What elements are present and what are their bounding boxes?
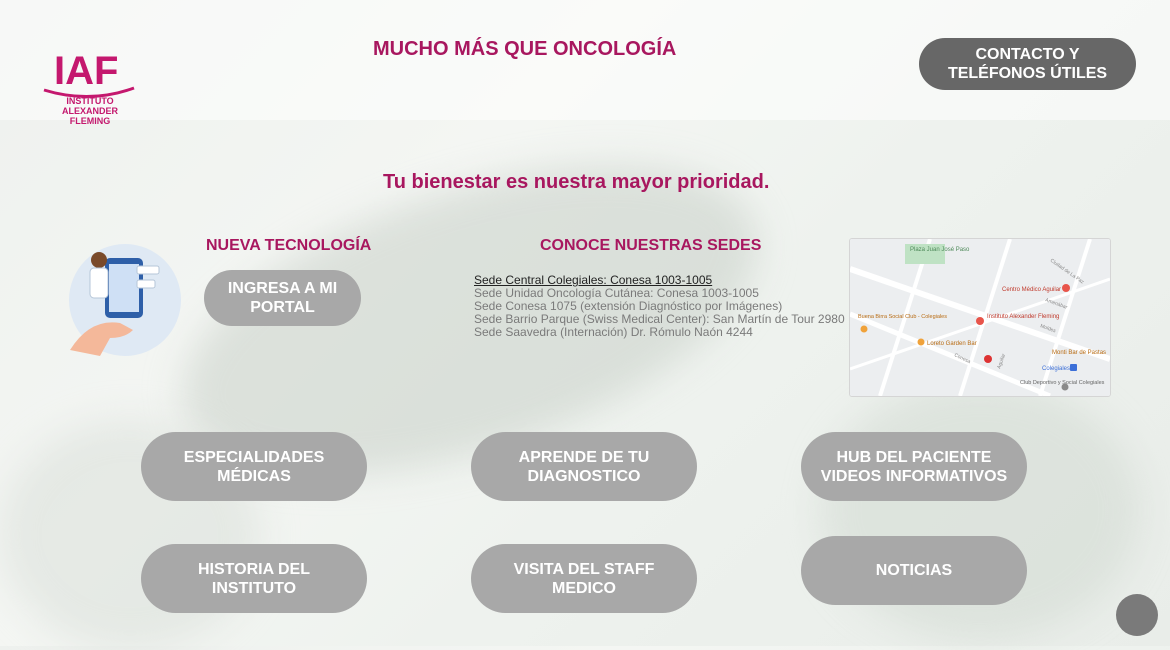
logo-initials: IAF: [54, 49, 118, 93]
sedes-list: Sede Central Colegiales: Conesa 1003-100…: [474, 274, 845, 339]
sede-item: Sede Saavedra (Internación) Dr. Rómulo N…: [474, 325, 753, 339]
chat-bubble-icon[interactable]: [1116, 594, 1158, 636]
map-label: Monti Bar de Pastas: [1052, 350, 1106, 356]
headline: MUCHO MÁS QUE ONCOLOGÍA: [373, 38, 677, 60]
logo-mark: IAF: [43, 49, 135, 98]
map-label: Plaza Juan José Paso: [910, 247, 970, 253]
visita-staff-button[interactable]: VISITA DEL STAFF MEDICO: [471, 544, 697, 613]
portal-button[interactable]: INGRESA A MI PORTAL: [204, 270, 361, 326]
noticias-button[interactable]: NOTICIAS: [801, 536, 1027, 605]
map-label: Buena Birra Social Club - Colegiales: [858, 314, 947, 320]
aprende-button[interactable]: APRENDE DE TU DIAGNOSTICO: [471, 432, 697, 501]
map-label: Loreto Garden Bar: [927, 341, 977, 347]
map-label: Colegiales: [1042, 366, 1070, 372]
especialidades-button[interactable]: ESPECIALIDADES MÉDICAS: [141, 432, 367, 501]
logo-name: INSTITUTO ALEXANDER FLEMING: [61, 96, 118, 126]
technology-illustration: [55, 238, 190, 363]
historia-button[interactable]: HISTORIA DEL INSTITUTO: [141, 544, 367, 613]
sedes-title: CONOCE NUESTRAS SEDES: [540, 237, 762, 254]
iaf-logo[interactable]: IAF INSTITUTO ALEXANDER FLEMING: [40, 44, 140, 140]
tagline: Tu bienestar es nuestra mayor prioridad.: [383, 171, 770, 193]
map-label: Instituto Alexander Fleming: [987, 314, 1059, 320]
map-label: Centro Médico Aguilar: [1002, 287, 1061, 293]
hub-paciente-button[interactable]: HUB DEL PACIENTE VIDEOS INFORMATIVOS: [801, 432, 1027, 501]
technology-title: NUEVA TECNOLOGÍA: [206, 237, 372, 254]
contact-button[interactable]: CONTACTO Y TELÉFONOS ÚTILES: [919, 38, 1136, 90]
map-label: Club Deportivo y Social Colegiales: [1020, 380, 1105, 386]
location-map[interactable]: Plaza Juan José Paso Centro Médico Aguil…: [849, 238, 1111, 397]
